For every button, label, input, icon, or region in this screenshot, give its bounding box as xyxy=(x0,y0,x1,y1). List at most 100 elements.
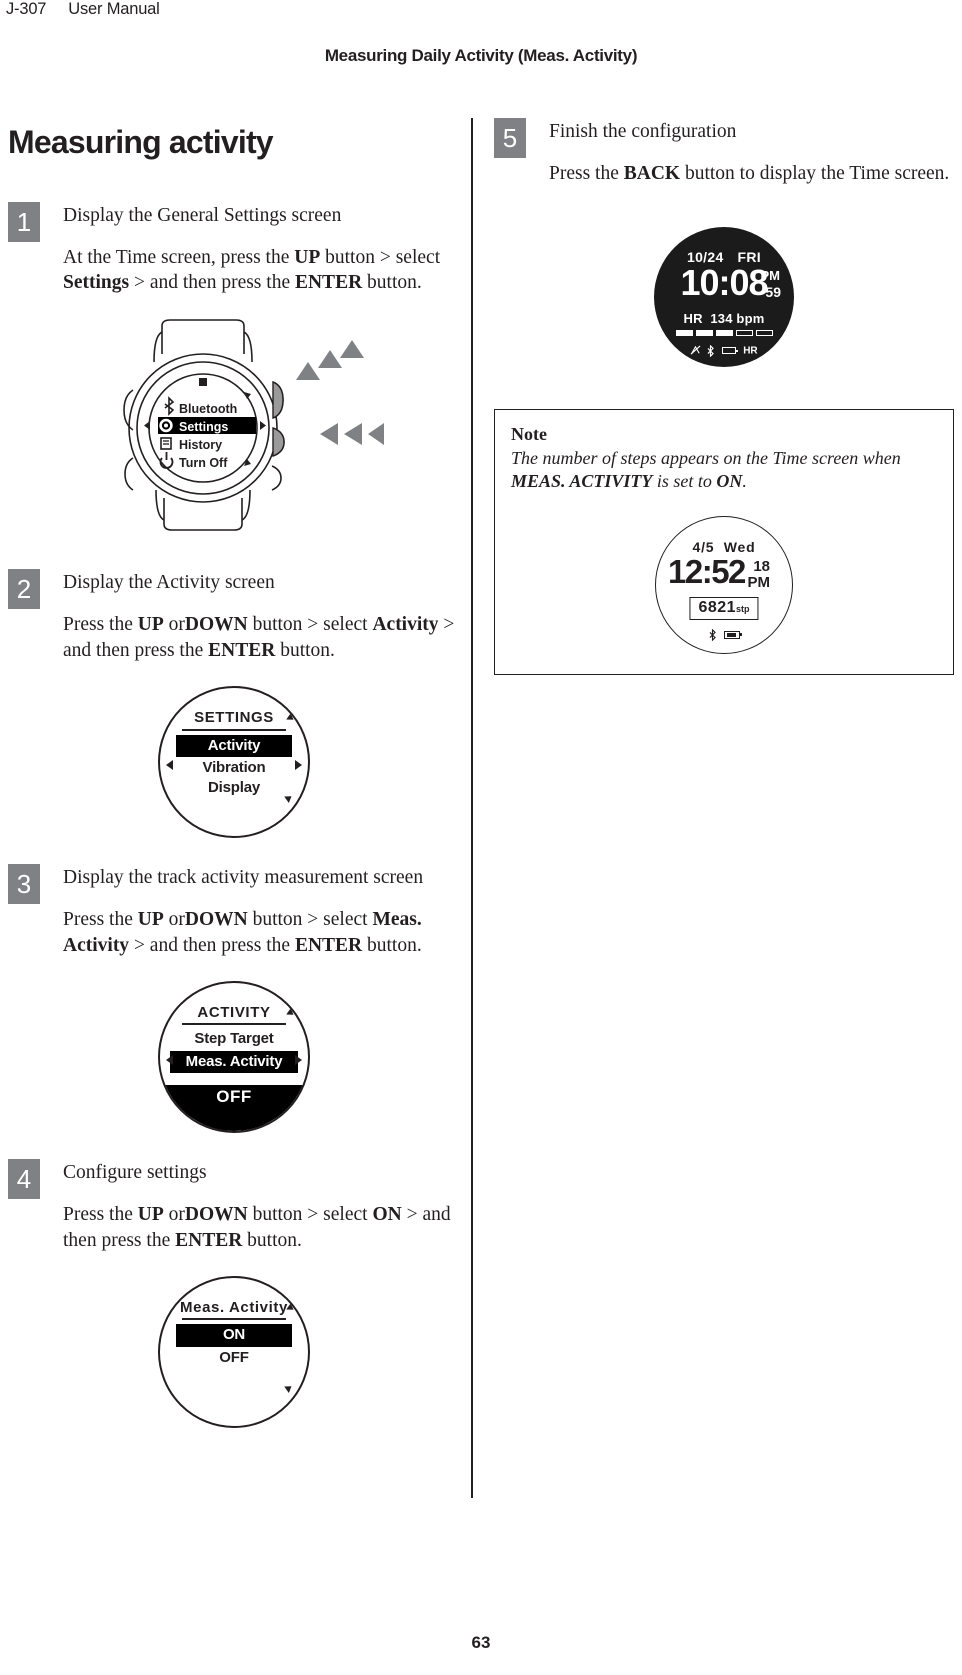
battery-icon xyxy=(724,630,743,639)
enter-button-arrows xyxy=(320,423,384,446)
right-column: 5 Finish the configuration Press the BAC… xyxy=(494,118,954,675)
header-left: J-307 User Manual xyxy=(6,0,160,19)
step-instruction: At the Time screen, press the UP button … xyxy=(63,246,441,294)
heart-rate-row: HR 134 bpm xyxy=(654,311,794,326)
title-rule xyxy=(182,1318,286,1321)
gps-off-icon xyxy=(690,345,701,355)
menu-item-label-2: History xyxy=(179,438,222,452)
title-rule xyxy=(182,728,286,731)
step-heading: Display the General Settings screen xyxy=(63,204,342,226)
segment-filled xyxy=(715,329,733,336)
step-5: 5 Finish the configuration Press the BAC… xyxy=(494,118,954,187)
left-column: Measuring activity 1 Display the General… xyxy=(8,118,460,1454)
seconds-value: 18 xyxy=(753,557,770,575)
caret-left-icon xyxy=(166,760,173,771)
caret-left-icon xyxy=(166,1054,173,1065)
activity-item-meas-activity: Meas. Activity xyxy=(170,1050,298,1073)
hr-value: 134 bpm xyxy=(710,310,765,326)
section-title: Measuring activity xyxy=(8,124,274,160)
figure-settings-screen: SETTINGS Activity Vibration Display xyxy=(8,686,460,839)
caret-bottom-right-icon xyxy=(284,1382,294,1393)
activity-item-step-target: Step Target xyxy=(194,1030,274,1048)
menu-item-label-0: Bluetooth xyxy=(179,402,237,416)
step-number-badge: 5 xyxy=(494,118,526,158)
step-number-badge: 2 xyxy=(8,569,40,610)
page-number: 63 xyxy=(471,1633,491,1652)
screen-title: SETTINGS xyxy=(194,709,274,727)
step-count-value: 6821 xyxy=(698,598,737,616)
ampm-value: PM xyxy=(747,573,771,591)
column-divider xyxy=(471,118,473,1498)
step-1: 1 Display the General Settings screen At… xyxy=(8,201,460,297)
step-instruction: Press the UP orDOWN button > select Acti… xyxy=(63,614,455,662)
step-body: Display the Activity screen Press the UP… xyxy=(63,569,460,664)
step-4: 4 Configure settings Press the UP orDOWN… xyxy=(8,1158,460,1254)
step-number-badge: 1 xyxy=(8,201,40,242)
note-time-screen-display: 4/5 Wed 12:52 18 PM 6821stp xyxy=(655,515,793,654)
ampm-value: PM xyxy=(760,267,781,283)
step-body: Configure settings Press the UP orDOWN b… xyxy=(63,1159,460,1254)
step-3: 3 Display the track activity measurement… xyxy=(8,864,460,959)
step-heading: Configure settings xyxy=(63,1161,207,1183)
step-count-display: 6821stp xyxy=(689,596,759,620)
figure-activity-screen: ACTIVITY Step Target Meas. Activity OFF xyxy=(8,980,460,1133)
hr-icon-label: HR xyxy=(743,345,758,357)
screen-title: Meas. Activity xyxy=(180,1298,288,1316)
title-rule xyxy=(182,1023,286,1026)
bluetooth-icon xyxy=(709,628,716,642)
note-title: Note xyxy=(511,423,547,444)
screen-title: ACTIVITY xyxy=(197,1003,271,1021)
settings-item-activity: Activity xyxy=(176,734,292,757)
step-number-badge: 4 xyxy=(8,1158,40,1199)
step-count-unit: stp xyxy=(736,603,750,614)
doc-title: User Manual xyxy=(68,0,160,18)
status-icon-row: HR xyxy=(654,344,794,358)
doc-code: J-307 xyxy=(6,0,47,18)
figure-note-time-screen: 4/5 Wed 12:52 18 PM 6821stp xyxy=(511,515,937,654)
status-icon-row xyxy=(656,628,792,642)
meas-activity-screen: Meas. Activity ON OFF xyxy=(158,1275,310,1428)
caret-right-icon xyxy=(295,760,302,771)
step-body: Finish the configuration Press the BACK … xyxy=(549,118,954,187)
settings-item-vibration: Vibration xyxy=(202,758,266,776)
step-body: Display the General Settings screen At t… xyxy=(63,202,460,297)
step-2: 2 Display the Activity screen Press the … xyxy=(8,569,460,664)
note-box: Note The number of steps appears on the … xyxy=(494,408,954,675)
time-screen-display: 10/24 FRI 10:08 PM 59 HR 134 bpm HR xyxy=(654,226,794,367)
figure-time-screen: 10/24 FRI 10:08 PM 59 HR 134 bpm HR xyxy=(494,226,954,367)
settings-screen: SETTINGS Activity Vibration Display xyxy=(158,686,310,839)
step-heading: Display the track activity measurement s… xyxy=(63,867,424,889)
hr-zone-bar xyxy=(654,329,794,336)
step-heading: Finish the configuration xyxy=(549,121,737,142)
meas-activity-option-off: OFF xyxy=(219,1348,249,1366)
step-instruction: Press the UP orDOWN button > select Meas… xyxy=(63,909,422,957)
activity-current-value: OFF xyxy=(160,1084,308,1131)
seconds-value: 59 xyxy=(765,283,781,300)
menu-item-label-3: Turn Off xyxy=(179,456,228,470)
activity-screen: ACTIVITY Step Target Meas. Activity OFF xyxy=(158,980,310,1133)
figure-watch-menu: Bluetooth Settings History Turn Off xyxy=(8,318,460,543)
step-instruction: Press the UP orDOWN button > select ON >… xyxy=(63,1203,451,1251)
step-heading: Display the Activity screen xyxy=(63,572,275,594)
figure-meas-activity-screen: Meas. Activity ON OFF xyxy=(8,1275,460,1428)
bluetooth-icon xyxy=(707,344,714,358)
up-button-arrows xyxy=(296,340,364,381)
menu-item-label-1: Settings xyxy=(179,420,228,434)
page-columns: Measuring activity 1 Display the General… xyxy=(0,118,962,1498)
step-instruction: Press the BACK button to display the Tim… xyxy=(549,162,950,184)
note-text: The number of steps appears on the Time … xyxy=(511,447,901,492)
page-header: J-307 User Manual Measuring Daily Activit… xyxy=(0,0,962,100)
caret-right-icon xyxy=(295,1054,302,1065)
meas-activity-option-on: ON xyxy=(176,1324,292,1347)
step-body: Display the track activity measurement s… xyxy=(63,864,460,959)
hr-label: HR xyxy=(683,310,703,326)
battery-icon xyxy=(721,347,738,355)
segment-filled xyxy=(675,329,693,336)
segment-empty xyxy=(755,329,773,336)
step-number-badge: 3 xyxy=(8,864,40,905)
watch-device-illustration: Bluetooth Settings History Turn Off xyxy=(123,319,384,532)
segment-empty xyxy=(735,329,753,336)
time-value: 12:52 xyxy=(668,552,746,590)
segment-filled xyxy=(695,329,713,336)
chapter-title: Measuring Daily Activity (Meas. Activity… xyxy=(324,46,638,65)
